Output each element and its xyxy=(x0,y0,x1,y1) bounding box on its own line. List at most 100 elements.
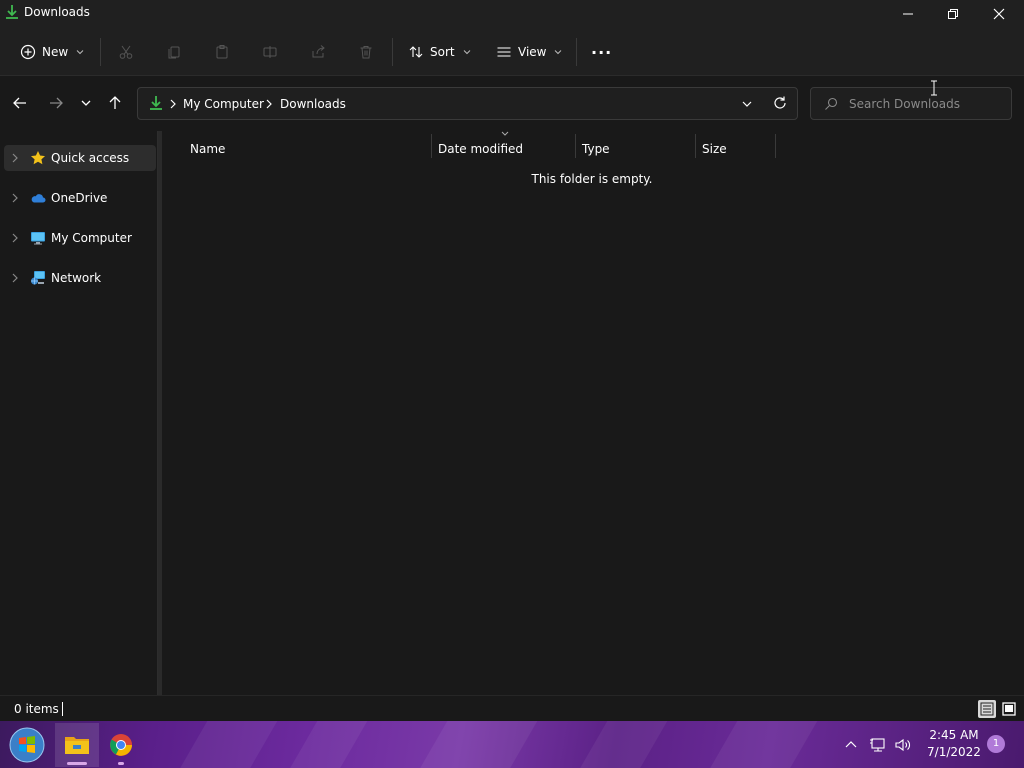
refresh-button[interactable] xyxy=(772,95,788,111)
ibeam-cursor-icon xyxy=(929,80,939,96)
nav-item-my-computer[interactable]: My Computer xyxy=(4,225,156,251)
sort-arrows-icon xyxy=(409,46,423,58)
arrow-right-icon xyxy=(50,97,63,109)
windows-orb-icon xyxy=(9,727,45,763)
column-divider[interactable] xyxy=(431,134,432,158)
nav-item-label: Quick access xyxy=(51,151,130,165)
star-icon xyxy=(30,150,46,166)
column-header-date-modified[interactable]: Date modified xyxy=(438,137,523,161)
download-arrow-icon xyxy=(4,4,20,20)
nav-item-label: Network xyxy=(51,271,102,285)
restore-button[interactable] xyxy=(930,0,976,28)
network-tray-button[interactable] xyxy=(868,735,888,755)
status-divider xyxy=(62,702,63,716)
close-button[interactable] xyxy=(976,0,1022,28)
start-button[interactable] xyxy=(8,726,46,764)
view-button[interactable]: View xyxy=(496,36,562,68)
paste-icon[interactable] xyxy=(210,40,234,64)
delete-icon[interactable] xyxy=(354,40,378,64)
plus-circle-icon xyxy=(20,44,36,60)
address-row: My Computer Downloads xyxy=(0,77,1024,131)
share-icon[interactable] xyxy=(306,40,330,64)
chevron-down-icon xyxy=(463,50,470,55)
view-button-label: View xyxy=(518,45,547,59)
minimize-button[interactable] xyxy=(885,0,931,28)
running-indicator xyxy=(118,762,124,765)
item-count: 0 items xyxy=(14,702,59,716)
chevron-right-icon[interactable] xyxy=(10,152,20,164)
column-header-size[interactable]: Size xyxy=(702,137,727,161)
sort-button[interactable]: Sort xyxy=(408,36,471,68)
nav-item-quick-access[interactable]: Quick access xyxy=(4,145,156,171)
column-divider[interactable] xyxy=(695,134,696,158)
clock-date: 7/1/2022 xyxy=(927,745,981,759)
column-divider[interactable] xyxy=(575,134,576,158)
taskbar-file-explorer[interactable] xyxy=(55,723,99,767)
column-header-type[interactable]: Type xyxy=(582,137,610,161)
forward-button[interactable] xyxy=(44,91,68,115)
chevron-down-icon xyxy=(76,50,84,55)
navigation-pane: Quick access OneDrive My Computer Networ… xyxy=(0,131,158,695)
chevron-down-icon xyxy=(555,50,562,55)
nav-item-onedrive[interactable]: OneDrive xyxy=(4,185,156,211)
system-clock[interactable]: 2:45 AM 7/1/2022 xyxy=(920,727,988,761)
clock-time: 2:45 AM xyxy=(929,728,979,742)
column-divider[interactable] xyxy=(775,134,776,158)
address-bar[interactable]: My Computer Downloads xyxy=(137,87,798,120)
notification-badge[interactable]: 1 xyxy=(987,735,1005,753)
up-button[interactable] xyxy=(103,91,127,115)
new-button[interactable]: New xyxy=(20,36,84,68)
speaker-icon xyxy=(895,738,910,752)
nav-item-network[interactable]: Network xyxy=(4,265,156,291)
more-options-button[interactable]: ··· xyxy=(591,36,612,68)
breadcrumb-my-computer[interactable]: My Computer xyxy=(183,96,264,112)
network-icon xyxy=(30,270,46,286)
breadcrumb-downloads[interactable]: Downloads xyxy=(280,96,346,112)
chevron-down-icon xyxy=(742,101,752,107)
copy-icon[interactable] xyxy=(162,40,186,64)
toolbar-divider xyxy=(100,38,101,66)
more-options-icon: ··· xyxy=(591,42,613,62)
file-list: Name Date modified Type Size This folder… xyxy=(162,131,1024,695)
search-box[interactable] xyxy=(810,87,1012,120)
wallpaper-stripe xyxy=(566,721,674,768)
monitor-icon xyxy=(30,230,46,246)
chevron-right-icon[interactable] xyxy=(10,232,20,244)
back-button[interactable] xyxy=(8,91,32,115)
recent-locations-button[interactable] xyxy=(74,91,98,115)
sort-button-label: Sort xyxy=(430,45,455,59)
window-title: Downloads xyxy=(24,5,90,19)
large-icons-view-button[interactable] xyxy=(1000,700,1018,718)
chevron-right-icon[interactable] xyxy=(10,272,20,284)
address-dropdown-button[interactable] xyxy=(739,96,755,112)
active-indicator xyxy=(67,762,87,765)
taskbar-chrome[interactable] xyxy=(99,723,143,767)
wallpaper-stripe xyxy=(166,721,284,768)
new-button-label: New xyxy=(42,45,69,59)
download-arrow-icon xyxy=(148,95,164,111)
nav-item-label: OneDrive xyxy=(51,191,108,205)
nav-item-label: My Computer xyxy=(51,231,132,245)
wallpaper-stripe xyxy=(406,721,544,768)
refresh-icon xyxy=(774,96,786,109)
command-bar: New Sort View ··· xyxy=(0,28,1024,76)
volume-tray-button[interactable] xyxy=(893,735,913,755)
details-view-button[interactable] xyxy=(978,700,996,718)
title-bar: Downloads xyxy=(0,0,1024,28)
cut-icon[interactable] xyxy=(114,40,138,64)
column-header-name[interactable]: Name xyxy=(190,137,225,161)
search-input[interactable] xyxy=(847,94,1007,114)
arrow-left-icon xyxy=(13,97,26,109)
taskbar: 2:45 AM 7/1/2022 1 xyxy=(0,721,1024,768)
arrow-up-icon xyxy=(109,96,121,109)
chevron-up-icon xyxy=(845,741,857,748)
chevron-right-icon[interactable] xyxy=(10,192,20,204)
empty-folder-message: This folder is empty. xyxy=(531,172,653,186)
view-lines-icon xyxy=(497,47,511,57)
show-hidden-icons-button[interactable] xyxy=(841,735,861,755)
toolbar-divider xyxy=(576,38,577,66)
status-bar: 0 items xyxy=(0,695,1024,721)
chevron-right-icon xyxy=(168,97,178,111)
wallpaper-stripe xyxy=(696,721,824,768)
rename-icon[interactable] xyxy=(258,40,282,64)
